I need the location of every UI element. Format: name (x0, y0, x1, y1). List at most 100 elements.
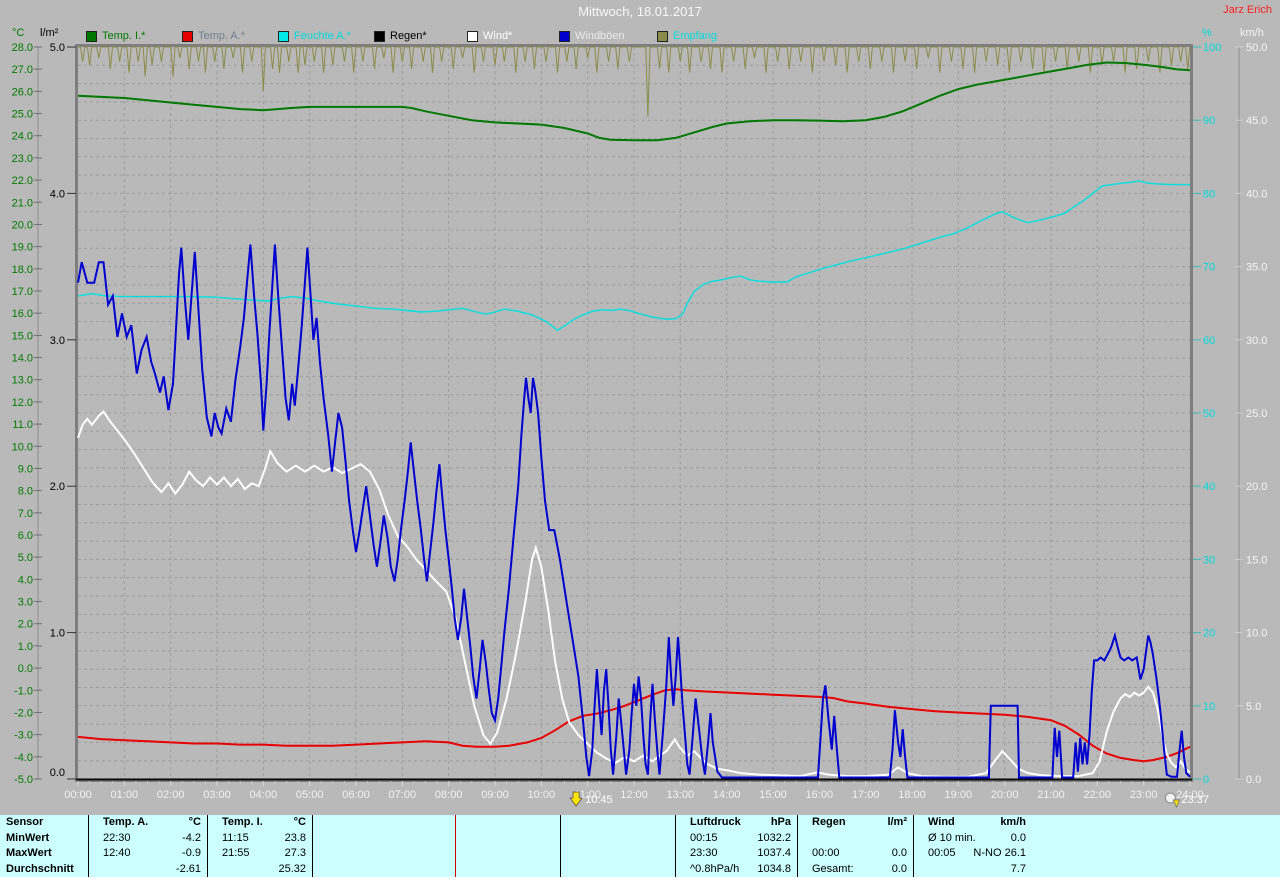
svg-text:21.0: 21.0 (12, 197, 33, 209)
footer-cell-time: 21:55 (218, 846, 250, 862)
marker-time-label: 23:37 (1181, 794, 1209, 806)
svg-text:08:00: 08:00 (435, 789, 463, 801)
footer-cell-time: 22:30 (99, 831, 131, 847)
footer-value-row-wind: 7.7 (914, 862, 1032, 878)
footer-row-label: Durchschnitt (0, 862, 88, 878)
svg-text:100: 100 (1203, 42, 1221, 54)
svg-text:4.0: 4.0 (50, 188, 65, 200)
svg-text:17.0: 17.0 (12, 286, 33, 298)
footer-cell-time: 23:30 (686, 846, 718, 862)
footer-table: SensorMinWertMaxWertDurchschnittTemp. A.… (0, 815, 1280, 877)
svg-text:0.0: 0.0 (18, 663, 33, 675)
footer-row-label: MinWert (0, 831, 88, 847)
svg-text:15:00: 15:00 (759, 789, 787, 801)
svg-text:20.0: 20.0 (1246, 481, 1267, 493)
svg-text:05:00: 05:00 (296, 789, 324, 801)
svg-text:-1.0: -1.0 (14, 685, 33, 697)
footer-col-sp2 (455, 815, 560, 877)
svg-text:7.0: 7.0 (18, 508, 33, 520)
svg-text:10.0: 10.0 (1246, 628, 1267, 640)
svg-text:06:00: 06:00 (342, 789, 370, 801)
svg-text:11.0: 11.0 (12, 419, 33, 431)
footer-col-regen: Regenl/m²00:000.0Gesamt:0.0 (797, 815, 913, 877)
svg-text:-3.0: -3.0 (14, 730, 33, 742)
footer-cell-time: ^0.8hPa/h (686, 862, 739, 878)
footer-value-row-regen (798, 831, 913, 847)
footer-header-temp_a: Temp. A.°C (89, 815, 207, 831)
footer-value-row-luftdruck: ^0.8hPa/h 1034.8 (676, 862, 797, 878)
svg-text:-2.0: -2.0 (14, 707, 33, 719)
footer-row-label-text: Sensor (6, 815, 43, 831)
svg-text:26.0: 26.0 (12, 86, 33, 98)
svg-text:30: 30 (1203, 554, 1215, 566)
footer-cell-value: 1037.4 (757, 846, 791, 862)
moon-icon-accent (1173, 800, 1179, 807)
svg-text:40: 40 (1203, 481, 1215, 493)
svg-text:90: 90 (1203, 115, 1215, 127)
footer-header-wind: Windkm/h (914, 815, 1032, 831)
svg-text:19.0: 19.0 (12, 242, 33, 254)
y-axis-rain: 5.04.03.02.01.00.0 (50, 42, 76, 779)
footer-cell-value: 27.3 (285, 846, 306, 862)
svg-text:20: 20 (1203, 628, 1215, 640)
svg-text:24.0: 24.0 (12, 131, 33, 143)
footer-header-luftdruck: LuftdruckhPa (676, 815, 797, 831)
svg-text:23:00: 23:00 (1130, 789, 1158, 801)
footer-cell-value: 23.8 (285, 831, 306, 847)
svg-text:00:00: 00:00 (64, 789, 92, 801)
svg-text:35.0: 35.0 (1246, 262, 1267, 274)
svg-text:3.0: 3.0 (18, 597, 33, 609)
footer-col-row-labels: SensorMinWertMaxWertDurchschnitt (0, 815, 88, 877)
footer-value-row-temp_a: 12:40-0.9 (89, 846, 207, 862)
footer-row-label-text: Durchschnitt (6, 862, 74, 878)
footer-row-label: Sensor (0, 815, 88, 831)
svg-text:2.0: 2.0 (50, 481, 65, 493)
bottom-strip (0, 877, 1280, 881)
svg-text:23.0: 23.0 (12, 153, 33, 165)
svg-text:09:00: 09:00 (481, 789, 509, 801)
svg-text:10:00: 10:00 (528, 789, 556, 801)
series-empfang (78, 47, 1190, 117)
svg-text:19:00: 19:00 (945, 789, 973, 801)
svg-text:07:00: 07:00 (389, 789, 417, 801)
footer-value-row-wind: 00:05 N-NO 26.1 (914, 846, 1032, 862)
footer-cell-value: N-NO 26.1 (973, 846, 1026, 862)
footer-col-unit: l/m² (887, 815, 907, 831)
svg-text:02:00: 02:00 (157, 789, 185, 801)
footer-cell-value: 0.0 (892, 846, 907, 862)
svg-text:01:00: 01:00 (111, 789, 139, 801)
footer-header-temp_i: Temp. I.°C (208, 815, 312, 831)
footer-cell-value: -0.9 (182, 846, 201, 862)
footer-cell-value: 25.32 (278, 862, 306, 878)
svg-text:12.0: 12.0 (12, 397, 33, 409)
svg-text:16.0: 16.0 (12, 308, 33, 320)
svg-text:0.0: 0.0 (50, 767, 65, 779)
svg-text:22:00: 22:00 (1084, 789, 1112, 801)
svg-text:20.0: 20.0 (12, 219, 33, 231)
footer-value-row-temp_a: -2.61 (89, 862, 207, 878)
footer-cell-value: 7.7 (1011, 862, 1026, 878)
footer-cell-value: 1032.2 (757, 831, 791, 847)
svg-text:50.0: 50.0 (1246, 42, 1267, 54)
footer-cell-time: 00:15 (686, 831, 718, 847)
svg-text:21:00: 21:00 (1037, 789, 1065, 801)
footer-cell-time: 00:05 (924, 846, 956, 862)
y-axis-humidity: 1009080706050403020100 (1193, 42, 1221, 786)
footer-col-sp3 (560, 815, 675, 877)
footer-cell-value: -4.2 (182, 831, 201, 847)
svg-text:25.0: 25.0 (1246, 408, 1267, 420)
svg-text:50: 50 (1203, 408, 1215, 420)
marker-1045: 10:45 (570, 792, 613, 806)
footer-cell-time: 11:15 (218, 831, 249, 847)
svg-text:4.0: 4.0 (18, 574, 33, 586)
svg-text:3.0: 3.0 (50, 335, 65, 347)
svg-text:12:00: 12:00 (620, 789, 648, 801)
svg-text:6.0: 6.0 (18, 530, 33, 542)
y-axis-wind: 50.045.040.035.030.025.020.015.010.05.00… (1235, 42, 1267, 786)
footer-col-title: Temp. A. (99, 815, 148, 831)
svg-text:28.0: 28.0 (12, 42, 33, 54)
footer-header-regen: Regenl/m² (798, 815, 913, 831)
svg-text:5.0: 5.0 (50, 42, 65, 54)
svg-text:22.0: 22.0 (12, 175, 33, 187)
footer-cell-value: 1034.8 (757, 862, 791, 878)
